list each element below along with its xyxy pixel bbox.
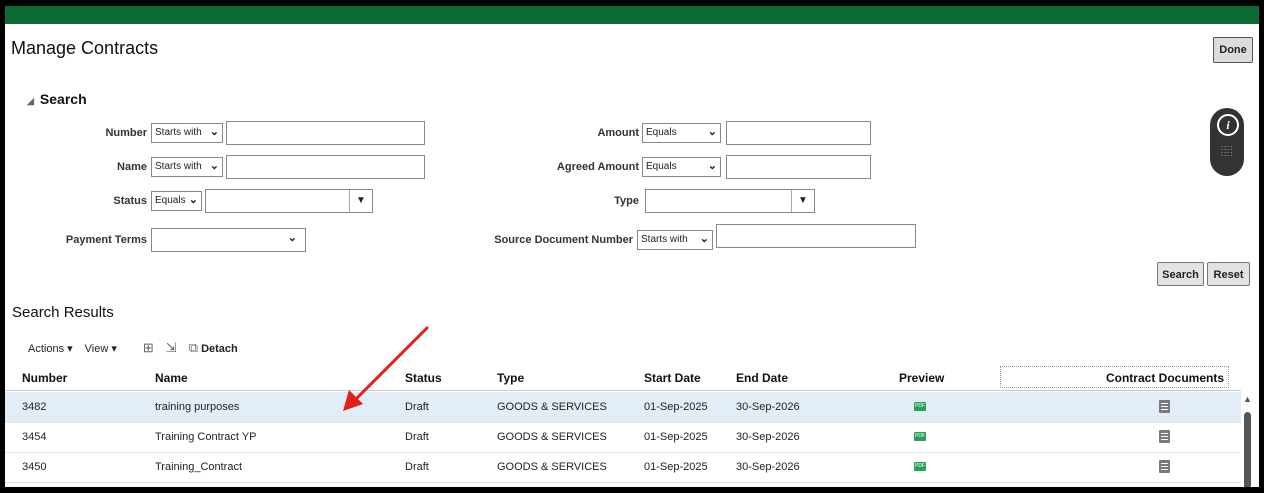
type-combobox[interactable]: ▼	[645, 189, 815, 213]
status-operator-value: Equals	[155, 195, 186, 206]
help-widget[interactable]: i ∷∷ ∷∷	[1210, 108, 1244, 176]
results-scrollbar[interactable]: ▲	[1241, 390, 1253, 487]
actions-menu-label: Actions	[28, 342, 65, 355]
scroll-thumb[interactable]	[1244, 412, 1251, 487]
cell-type: GOODS & SERVICES	[497, 431, 607, 443]
chevron-down-icon: ⌄	[209, 160, 219, 172]
contract-document-icon[interactable]	[1159, 400, 1170, 413]
cell-start-date: 01-Sep-2025	[644, 431, 708, 443]
name-operator-select[interactable]: Starts with ⌄	[151, 157, 223, 177]
cell-type: GOODS & SERVICES	[497, 461, 607, 473]
source-document-number-input[interactable]	[716, 224, 916, 248]
collapse-triangle-icon[interactable]: ◢	[27, 96, 34, 106]
table-row[interactable]: 3450 Training_Contract Draft GOODS & SER…	[5, 452, 1241, 483]
detach-label: Detach	[201, 343, 238, 355]
pdf-preview-icon[interactable]: PDF	[914, 402, 926, 411]
status-combobox[interactable]: ▼	[205, 189, 373, 213]
column-header-number[interactable]: Number	[22, 371, 67, 385]
actions-menu[interactable]: Actions ▾	[28, 342, 73, 355]
chevron-down-icon: ⌄	[188, 194, 198, 206]
chevron-down-icon: ⌄	[209, 126, 219, 138]
column-header-contract-documents[interactable]: Contract Documents	[1000, 366, 1229, 388]
done-button[interactable]: Done	[1213, 37, 1253, 63]
dropdown-arrow-icon[interactable]: ▼	[791, 190, 814, 212]
chevron-down-icon: ⌄	[707, 126, 717, 138]
amount-label: Amount	[597, 127, 639, 139]
wrap-columns-icon[interactable]: ⇲	[166, 340, 177, 356]
cell-status: Draft	[405, 431, 429, 443]
results-table-header: Number Name Status Type Start Date End D…	[5, 366, 1241, 391]
cell-number: 3454	[22, 431, 47, 443]
amount-operator-select[interactable]: Equals ⌄	[642, 123, 721, 143]
freeze-columns-icon[interactable]: ⊞	[143, 340, 154, 356]
cell-type: GOODS & SERVICES	[497, 401, 607, 413]
detach-button[interactable]: ⧉ Detach	[189, 340, 238, 356]
keypad-grid-icon[interactable]: ∷∷ ∷∷	[1221, 145, 1233, 159]
info-icon[interactable]: i	[1217, 114, 1239, 136]
results-toolbar: Actions ▾ View ▾ ⊞ ⇲ ⧉ Detach	[28, 340, 238, 356]
cell-name: Training Contract YP	[155, 431, 257, 443]
view-menu[interactable]: View ▾	[85, 342, 117, 355]
column-header-name[interactable]: Name	[155, 371, 188, 385]
scroll-up-icon[interactable]: ▲	[1243, 394, 1252, 404]
column-header-end-date[interactable]: End Date	[736, 371, 788, 385]
cell-name: training purposes	[155, 401, 240, 413]
payment-terms-select[interactable]: ⌄	[151, 228, 306, 252]
number-input[interactable]	[226, 121, 425, 145]
source-document-operator-value: Starts with	[641, 234, 688, 245]
search-section-header[interactable]: ◢ Search	[27, 91, 87, 107]
payment-terms-label: Payment Terms	[65, 234, 147, 246]
chevron-down-icon: ⌄	[287, 232, 297, 244]
cell-number: 3450	[22, 461, 47, 473]
agreed-amount-label: Agreed Amount	[556, 161, 639, 173]
annotation-arrow-icon	[343, 326, 429, 411]
detach-icon: ⧉	[188, 340, 198, 355]
number-operator-select[interactable]: Starts with ⌄	[151, 123, 223, 143]
name-operator-value: Starts with	[155, 161, 202, 172]
name-label: Name	[117, 161, 147, 173]
chevron-down-icon: ⌄	[699, 233, 709, 245]
column-header-preview[interactable]: Preview	[899, 371, 944, 385]
cell-end-date: 30-Sep-2026	[736, 461, 800, 473]
type-label: Type	[614, 195, 639, 207]
cell-name: Training_Contract	[155, 461, 243, 473]
cell-start-date: 01-Sep-2025	[644, 401, 708, 413]
brand-bar	[5, 6, 1259, 24]
amount-input[interactable]	[726, 121, 871, 145]
cell-start-date: 01-Sep-2025	[644, 461, 708, 473]
source-document-operator-select[interactable]: Starts with ⌄	[637, 230, 713, 250]
name-input[interactable]	[226, 155, 425, 179]
contract-document-icon[interactable]	[1159, 430, 1170, 443]
status-label: Status	[113, 195, 147, 207]
search-section-label: Search	[39, 91, 87, 107]
number-label: Number	[105, 127, 147, 139]
search-button[interactable]: Search	[1157, 262, 1204, 286]
agreed-amount-operator-select[interactable]: Equals ⌄	[642, 157, 721, 177]
contract-document-icon[interactable]	[1159, 460, 1170, 473]
app-frame: Manage Contracts Done ◢ Search Number Sta…	[5, 6, 1259, 487]
table-row[interactable]: 3454 Training Contract YP Draft GOODS & …	[5, 422, 1241, 453]
table-row[interactable]: 3482 training purposes Draft GOODS & SER…	[5, 392, 1241, 423]
pdf-preview-icon[interactable]: PDF	[914, 462, 926, 471]
view-menu-label: View	[84, 342, 109, 355]
column-header-start-date[interactable]: Start Date	[644, 371, 701, 385]
cell-status: Draft	[405, 461, 429, 473]
source-document-number-label: Source Document Number	[494, 234, 633, 246]
pdf-preview-icon[interactable]: PDF	[914, 432, 926, 441]
cell-end-date: 30-Sep-2026	[736, 431, 800, 443]
status-operator-select[interactable]: Equals ⌄	[151, 191, 202, 211]
search-results-title: Search Results	[12, 304, 114, 321]
dropdown-arrow-icon[interactable]: ▼	[349, 190, 372, 212]
page-title: Manage Contracts	[11, 38, 159, 58]
column-header-type[interactable]: Type	[497, 371, 524, 385]
agreed-amount-operator-value: Equals	[646, 161, 677, 172]
agreed-amount-input[interactable]	[726, 155, 871, 179]
amount-operator-value: Equals	[646, 127, 677, 138]
reset-button[interactable]: Reset	[1207, 262, 1250, 286]
cell-end-date: 30-Sep-2026	[736, 401, 800, 413]
chevron-down-icon: ⌄	[707, 160, 717, 172]
number-operator-value: Starts with	[155, 127, 202, 138]
cell-number: 3482	[22, 401, 47, 413]
